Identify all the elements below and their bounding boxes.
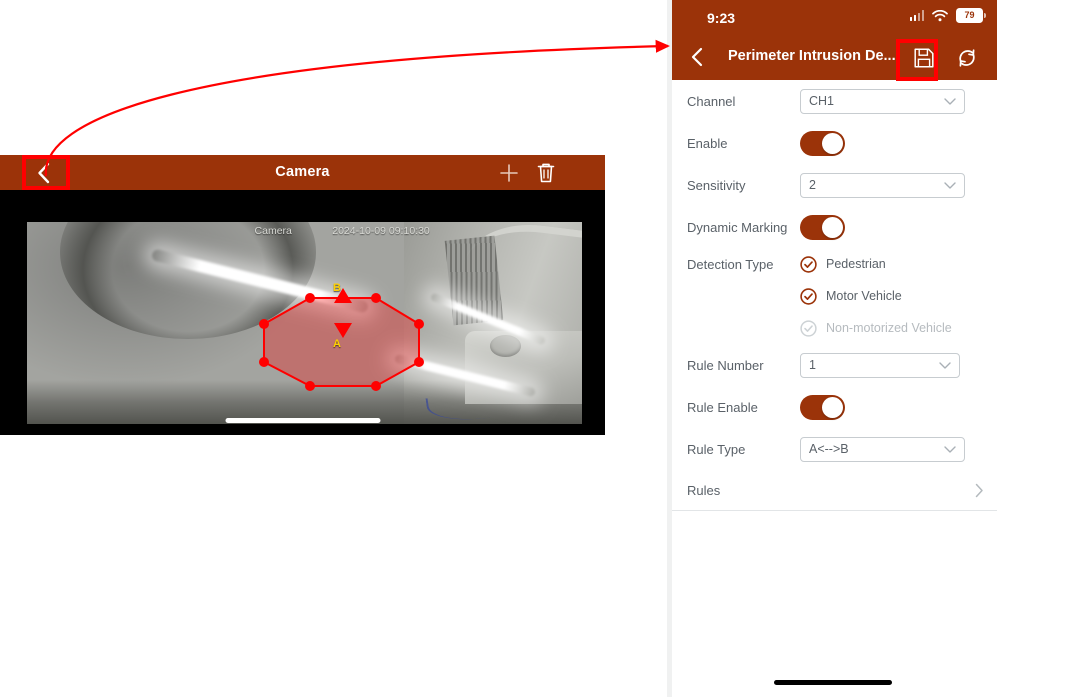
perimeter-intrusion-settings-panel: 9:23 79 Perimeter Intrusion De... Channe…: [667, 0, 1066, 697]
row-rule-number: Rule Number 1: [672, 344, 997, 386]
dynamic-marking-toggle[interactable]: [800, 214, 845, 240]
plus-icon: [500, 164, 518, 182]
toggle-knob: [822, 132, 843, 154]
rules-row[interactable]: Rules: [672, 470, 997, 511]
status-bar: 9:23 79: [672, 0, 997, 36]
row-detection-type-non-motorized: Non-motorized Vehicle: [672, 312, 997, 344]
row-dynamic-marking: Dynamic Marking: [672, 206, 997, 248]
direction-label-b: B: [333, 282, 341, 294]
row-detection-type-pedestrian: Detection Type Pedestrian: [672, 248, 997, 280]
home-indicator: [225, 418, 380, 423]
dynamic-marking-label: Dynamic Marking: [687, 219, 788, 235]
detection-option-pedestrian[interactable]: Pedestrian: [800, 255, 886, 273]
chevron-down-icon: [944, 98, 956, 105]
detection-option-non-motorized-vehicle[interactable]: Non-motorized Vehicle: [800, 319, 952, 337]
trash-icon: [537, 163, 555, 183]
delete-camera-button[interactable]: [535, 161, 557, 185]
rule-enable-label: Rule Enable: [687, 399, 758, 415]
home-indicator: [774, 680, 892, 685]
navigation-bar: Perimeter Intrusion De...: [672, 36, 997, 80]
camera-preview-panel: Camera Camera 2024-10-09 09:10:30 B A: [0, 155, 605, 435]
save-button-highlight: [896, 39, 938, 81]
wifi-icon: [932, 9, 948, 21]
sensitivity-value: 2: [809, 178, 816, 192]
toggle-knob: [822, 216, 843, 238]
chevron-down-icon: [944, 182, 956, 189]
cellular-bars-icon: [909, 10, 924, 21]
sensitivity-label: Sensitivity: [687, 177, 746, 193]
row-channel: Channel CH1: [672, 80, 997, 122]
rule-enable-toggle[interactable]: [800, 394, 845, 420]
row-rule-enable: Rule Enable: [672, 386, 997, 428]
direction-label-a: A: [333, 338, 341, 350]
sensitivity-select[interactable]: 2: [800, 172, 965, 198]
chevron-left-icon: [691, 47, 703, 67]
refresh-icon: [959, 49, 975, 67]
rules-label: Rules: [687, 482, 721, 498]
rule-number-value: 1: [809, 358, 816, 372]
enable-toggle[interactable]: [800, 130, 845, 156]
check-circle-icon: [800, 319, 817, 337]
status-bar-time: 9:23: [707, 10, 736, 26]
camera-top-bar: Camera: [0, 155, 605, 190]
status-bar-icons: 79: [909, 8, 986, 23]
camera-video-feed[interactable]: Camera 2024-10-09 09:10:30 B A: [27, 222, 582, 424]
row-enable: Enable: [672, 122, 997, 164]
page-title: Perimeter Intrusion De...: [728, 48, 896, 64]
toggle-knob: [822, 396, 843, 418]
rule-number-select[interactable]: 1: [800, 352, 960, 378]
settings-back-button[interactable]: [690, 47, 712, 69]
check-circle-icon: [800, 287, 817, 305]
add-camera-button[interactable]: [498, 162, 520, 184]
battery-icon: 79: [956, 8, 986, 23]
row-detection-type-motor-vehicle: Motor Vehicle: [672, 280, 997, 312]
detection-option-motor-vehicle[interactable]: Motor Vehicle: [800, 287, 902, 305]
rule-number-label: Rule Number: [687, 357, 764, 373]
channel-label: Channel: [687, 93, 736, 109]
row-sensitivity: Sensitivity 2: [672, 164, 997, 206]
camera-back-button-highlight: [22, 155, 70, 190]
check-circle-icon: [800, 255, 817, 273]
detection-option-label: Motor Vehicle: [826, 289, 902, 303]
channel-select[interactable]: CH1: [800, 88, 965, 114]
settings-form: Channel CH1 Enable Sensitivity 2 Dynamic: [672, 80, 997, 511]
osd-camera-name: Camera: [254, 225, 292, 237]
refresh-button[interactable]: [956, 47, 978, 69]
battery-level-text: 79: [964, 10, 975, 20]
rule-type-label: Rule Type: [687, 441, 746, 457]
detection-type-label: Detection Type: [687, 256, 774, 272]
chevron-down-icon: [939, 362, 951, 369]
detection-option-label: Non-motorized Vehicle: [826, 321, 952, 335]
row-rule-type: Rule Type A<-->B: [672, 428, 997, 470]
channel-value: CH1: [809, 94, 835, 108]
enable-label: Enable: [687, 135, 728, 151]
osd-timestamp: 2024-10-09 09:10:30: [332, 225, 430, 237]
rule-type-value: A<-->B: [809, 442, 849, 456]
rule-type-select[interactable]: A<-->B: [800, 436, 965, 462]
chevron-right-icon: [975, 483, 983, 498]
detection-option-label: Pedestrian: [826, 257, 886, 271]
chevron-down-icon: [944, 446, 956, 453]
